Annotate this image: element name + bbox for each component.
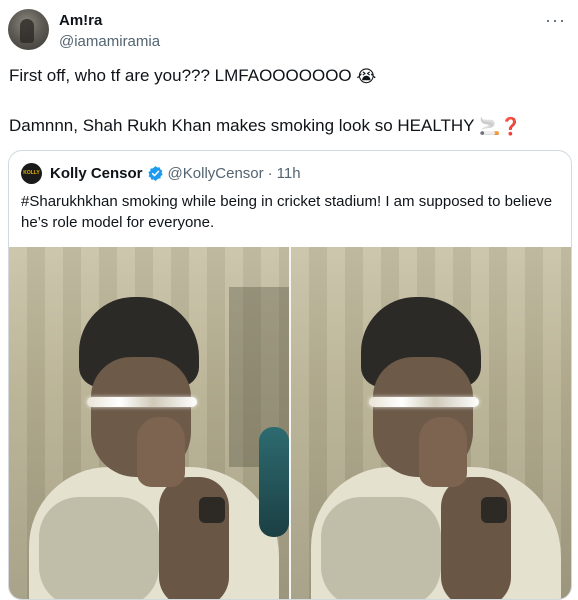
- quoted-name[interactable]: Kolly Censor: [50, 165, 143, 182]
- separator-dot: ·: [267, 165, 273, 182]
- quoted-media[interactable]: [9, 247, 571, 599]
- tweet-text-line-2: Damnnn, Shah Rukh Khan makes smoking loo…: [9, 116, 521, 137]
- display-name[interactable]: Am!ra: [59, 12, 102, 29]
- crying-emoji-icon: 😭: [356, 66, 377, 86]
- tweet-text-line-1: First off, who tf are you??? LMFAOOOOOOO…: [9, 66, 376, 87]
- quoted-tweet[interactable]: KOLLY Kolly Censor @KollyCensor · 11h #S…: [8, 150, 572, 600]
- quoted-text: #Sharukhkhan smoking while being in cric…: [21, 193, 553, 231]
- media-image-right[interactable]: [289, 247, 571, 599]
- quoted-avatar[interactable]: KOLLY: [21, 163, 42, 184]
- quoted-header: Kolly Censor @KollyCensor · 11h: [50, 165, 301, 182]
- quoted-handle[interactable]: @KollyCensor: [168, 165, 264, 182]
- tweet-text: First off, who tf are you??? LMFAOOOOOOO: [9, 66, 352, 85]
- avatar[interactable]: [8, 9, 49, 50]
- media-image-left[interactable]: [9, 247, 289, 599]
- quoted-timestamp[interactable]: 11h: [277, 165, 301, 182]
- user-handle[interactable]: @iamamiramia: [59, 33, 160, 50]
- more-icon[interactable]: ···: [545, 10, 566, 31]
- cigarette-question-emoji-icon: 🚬❓: [478, 116, 522, 136]
- tweet-text: Damnnn, Shah Rukh Khan makes smoking loo…: [9, 116, 475, 135]
- verified-badge-icon: [147, 166, 163, 181]
- tweet: Am!ra @iamamiramia ··· First off, who tf…: [0, 0, 578, 600]
